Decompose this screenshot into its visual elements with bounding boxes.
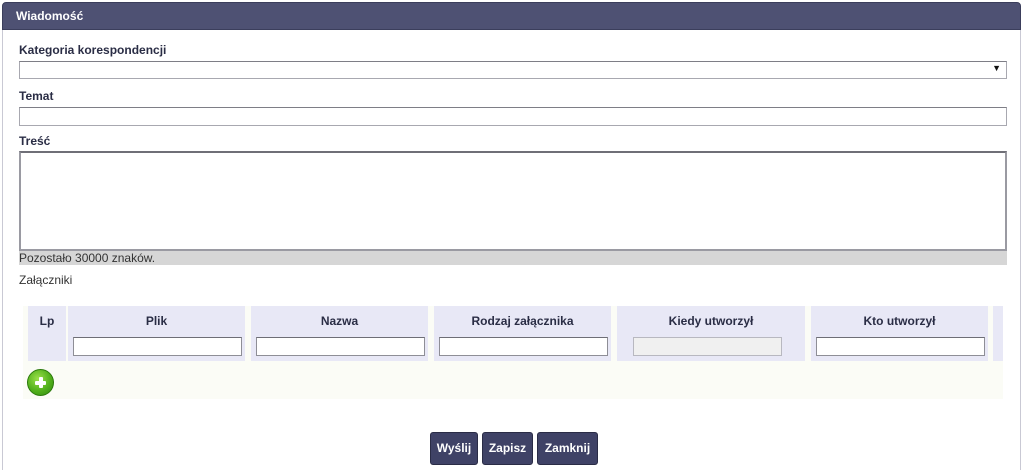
body-textarea[interactable] xyxy=(19,151,1007,251)
column-header-label: Kto utworzył xyxy=(863,314,936,328)
send-button[interactable]: Wyślij xyxy=(430,432,478,465)
file-input[interactable] xyxy=(73,337,242,356)
column-header-label: Plik xyxy=(145,314,168,328)
created-by-input[interactable] xyxy=(816,337,985,356)
column-header-label: Nazwa xyxy=(320,314,359,328)
window-title-bar: Wiadomość xyxy=(2,2,1021,30)
attachments-table: Lp Plik Nazwa Rodzaj załącznika Kiedy ut… xyxy=(23,306,1003,399)
column-header-label: Rodzaj załącznika xyxy=(471,314,574,328)
column-header-nazwa: Nazwa xyxy=(251,306,428,361)
window-title: Wiadomość xyxy=(16,9,84,23)
attachment-type-input[interactable] xyxy=(439,337,608,356)
column-header-label: Lp xyxy=(39,314,55,328)
close-button[interactable]: Zamknij xyxy=(537,432,598,465)
column-header-lp: Lp xyxy=(28,306,66,361)
topic-label: Temat xyxy=(19,89,54,103)
plus-circle-icon[interactable] xyxy=(27,369,54,396)
body-label: Treść xyxy=(19,134,51,148)
save-button[interactable]: Zapisz xyxy=(482,432,533,465)
name-input[interactable] xyxy=(256,337,425,356)
category-label: Kategoria korespondencji xyxy=(19,43,167,57)
column-header-label: Kiedy utworzył xyxy=(668,314,754,328)
column-header-rodzaj: Rodzaj załącznika xyxy=(434,306,611,361)
chevron-down-icon[interactable]: ▼ xyxy=(992,63,1001,73)
column-header-plik: Plik xyxy=(68,306,245,361)
topic-input[interactable] xyxy=(19,107,1007,126)
created-when-input xyxy=(633,337,782,356)
attachments-label: Załączniki xyxy=(19,273,73,287)
category-select[interactable]: ▼ xyxy=(19,61,1007,79)
column-header-actions xyxy=(993,306,1003,361)
char-counter: Pozostało 30000 znaków. xyxy=(19,251,1007,265)
column-header-kiedy: Kiedy utworzył xyxy=(617,306,805,361)
column-header-kto: Kto utworzył xyxy=(811,306,988,361)
